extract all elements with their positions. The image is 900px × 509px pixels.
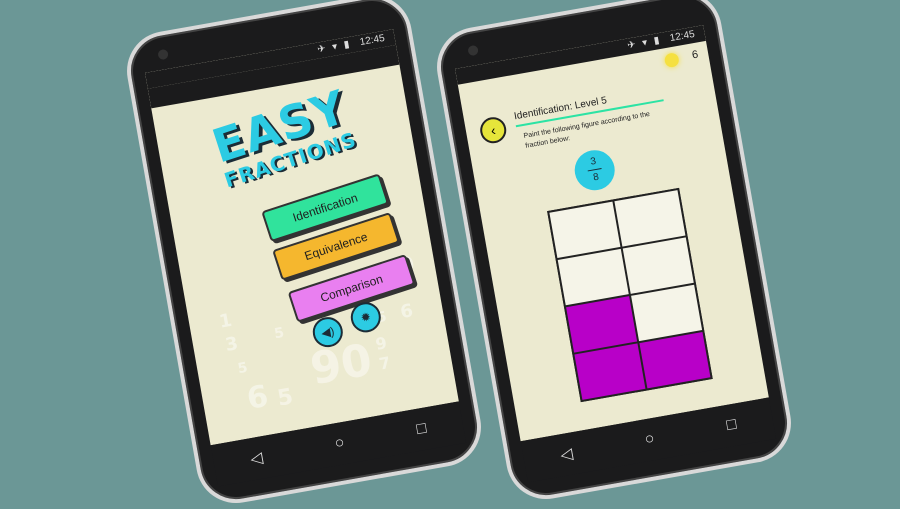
recents-nav-icon[interactable]: □ <box>415 420 428 439</box>
coin-icon <box>663 52 680 69</box>
front-camera <box>467 44 479 57</box>
grid-cell[interactable] <box>614 190 686 247</box>
back-nav-icon[interactable]: ◁ <box>559 444 575 466</box>
status-time: 12:45 <box>669 28 696 45</box>
phone-left: ✈ ▾ ▮ 12:45 EASY FRACTIONS 40 10 1 3 5 1… <box>120 0 488 509</box>
fraction-denominator: 8 <box>592 171 600 184</box>
settings-button[interactable]: ✹ <box>348 299 384 335</box>
bg-digit: 1 <box>217 309 234 333</box>
grid-cell[interactable] <box>574 343 646 400</box>
front-camera <box>157 48 169 61</box>
screen-left: ✈ ▾ ▮ 12:45 EASY FRACTIONS 40 10 1 3 5 1… <box>145 29 459 446</box>
bg-digit: 5 <box>272 324 286 343</box>
fraction-badge: 3 8 <box>571 147 618 194</box>
grid-cell[interactable] <box>639 331 711 389</box>
grid-cell[interactable] <box>566 296 638 353</box>
grid-cell[interactable] <box>557 248 629 306</box>
bg-digit: 6 <box>398 300 415 324</box>
back-nav-icon[interactable]: ◁ <box>249 448 265 470</box>
chevron-left-icon: ‹ <box>489 121 497 139</box>
status-time: 12:45 <box>359 32 386 49</box>
back-button[interactable]: ‹ <box>478 115 509 146</box>
grid-cell[interactable] <box>631 284 703 342</box>
fraction-numerator: 3 <box>589 155 597 168</box>
home-nav-icon[interactable]: ○ <box>333 434 346 453</box>
bg-digit: 9 <box>374 333 389 354</box>
bg-digit: 7 <box>377 352 392 374</box>
home-nav-icon[interactable]: ○ <box>643 430 656 449</box>
bg-digit: 6 <box>244 378 271 417</box>
phone-right: ✈ ▾ ▮ 12:45 6 ‹ Identification: Level 5 … <box>430 0 798 506</box>
app-logo: EASY FRACTIONS <box>206 80 360 193</box>
screen-right: ✈ ▾ ▮ 12:45 6 ‹ Identification: Level 5 … <box>455 25 769 442</box>
recents-nav-icon[interactable]: □ <box>725 416 738 435</box>
gear-icon: ✹ <box>359 309 372 326</box>
bg-digit: 5 <box>275 384 295 412</box>
coin-count: 6 <box>691 48 700 62</box>
bg-digit: 5 <box>236 359 249 378</box>
paint-grid <box>547 187 713 403</box>
grid-cell[interactable] <box>549 201 621 259</box>
status-icons: ✈ ▾ ▮ <box>626 34 663 52</box>
grid-cell[interactable] <box>622 237 694 294</box>
speaker-icon: ◀) <box>320 324 336 341</box>
bg-digit: 3 <box>223 333 240 356</box>
